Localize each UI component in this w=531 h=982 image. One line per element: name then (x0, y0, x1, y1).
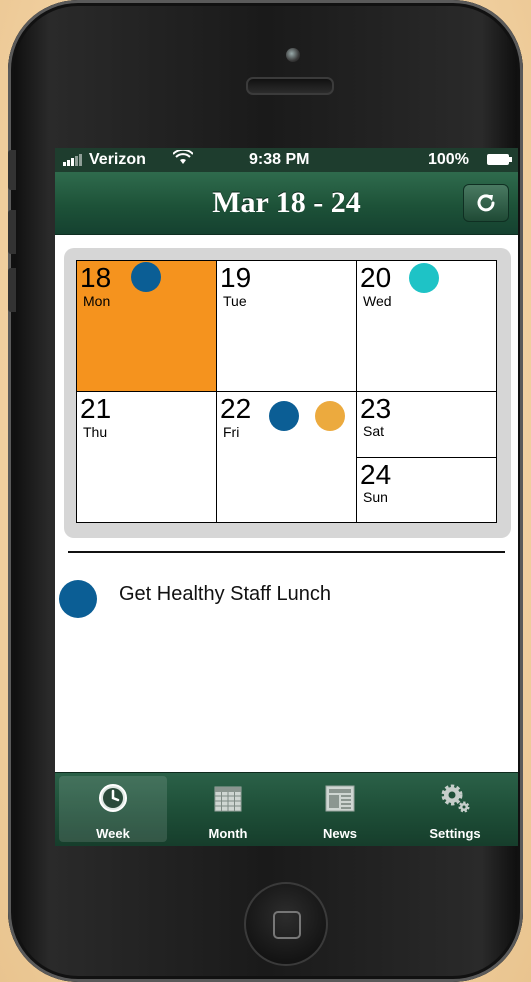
divider (68, 551, 505, 553)
week-grid: 18 Mon 19 Tue 20 Wed 21 Thu 22 Fri 23 Sat 24 Sun (76, 260, 497, 523)
silent-switch (8, 150, 16, 190)
clock-icon (99, 784, 127, 812)
app-screen: Verizon 9:38 PM 100% Mar 18 - 24 18 Mon 19… (55, 148, 518, 846)
event-dot (315, 401, 345, 431)
refresh-icon (477, 194, 495, 212)
day-number: 21 (80, 393, 112, 424)
day-name: Thu (83, 424, 108, 440)
tab-week-label: Week (96, 826, 130, 841)
nav-bar: Mar 18 - 24 (55, 172, 518, 235)
day-number: 24 (360, 459, 392, 490)
tab-bar: Week Month News Settings (55, 772, 518, 846)
phone-frame: Verizon 9:38 PM 100% Mar 18 - 24 18 Mon 19… (8, 0, 523, 982)
event-dot (269, 401, 299, 431)
refresh-button[interactable] (463, 184, 509, 222)
event-color-dot (59, 580, 97, 618)
day-name: Mon (83, 293, 111, 309)
battery-percent: 100% (428, 151, 469, 168)
front-camera (286, 48, 300, 62)
day-cell-fri[interactable]: 22 Fri (216, 391, 357, 523)
calendar-icon (214, 786, 242, 812)
day-cell-tue[interactable]: 19 Tue (216, 260, 357, 392)
home-button[interactable] (244, 882, 328, 966)
volume-up-button (8, 210, 16, 254)
signal-icon (63, 154, 82, 166)
day-cell-sun[interactable]: 24 Sun (356, 457, 497, 523)
day-number: 18 (80, 262, 112, 293)
day-cell-mon[interactable]: 18 Mon (76, 260, 217, 392)
newspaper-icon (325, 785, 355, 812)
day-name: Fri (223, 424, 240, 440)
page-title: Mar 18 - 24 (212, 186, 361, 219)
tab-settings[interactable]: Settings (401, 776, 509, 842)
battery-icon (487, 154, 512, 165)
event-title: Get Healthy Staff Lunch (119, 583, 331, 605)
day-cell-wed[interactable]: 20 Wed (356, 260, 497, 392)
day-name: Sun (363, 489, 388, 505)
day-number: 23 (360, 393, 392, 424)
day-name: Wed (363, 293, 392, 309)
tab-settings-label: Settings (429, 826, 481, 841)
gears-icon (441, 784, 470, 813)
tab-month[interactable]: Month (174, 776, 282, 842)
tab-month-label: Month (208, 826, 248, 841)
carrier-name: Verizon (89, 151, 146, 168)
earpiece-speaker (246, 77, 334, 95)
event-dot (409, 263, 439, 293)
tab-week[interactable]: Week (59, 776, 167, 842)
day-cell-thu[interactable]: 21 Thu (76, 391, 217, 523)
day-name: Sat (363, 423, 385, 439)
tab-news[interactable]: News (286, 776, 394, 842)
day-cell-sat[interactable]: 23 Sat (356, 391, 497, 458)
week-grid-panel: 18 Mon 19 Tue 20 Wed 21 Thu 22 Fri 23 Sat 24 Sun (64, 248, 511, 538)
day-number: 20 (360, 262, 392, 293)
wifi-icon (172, 148, 194, 171)
volume-down-button (8, 268, 16, 312)
day-number: 22 (220, 393, 252, 424)
status-time: 9:38 PM (249, 151, 310, 168)
event-item[interactable]: Get Healthy Staff Lunch (55, 578, 518, 620)
status-bar: Verizon 9:38 PM 100% (55, 148, 518, 172)
day-name: Tue (223, 293, 247, 309)
tab-news-label: News (323, 826, 357, 841)
event-dot (131, 262, 161, 292)
day-number: 19 (220, 262, 252, 293)
